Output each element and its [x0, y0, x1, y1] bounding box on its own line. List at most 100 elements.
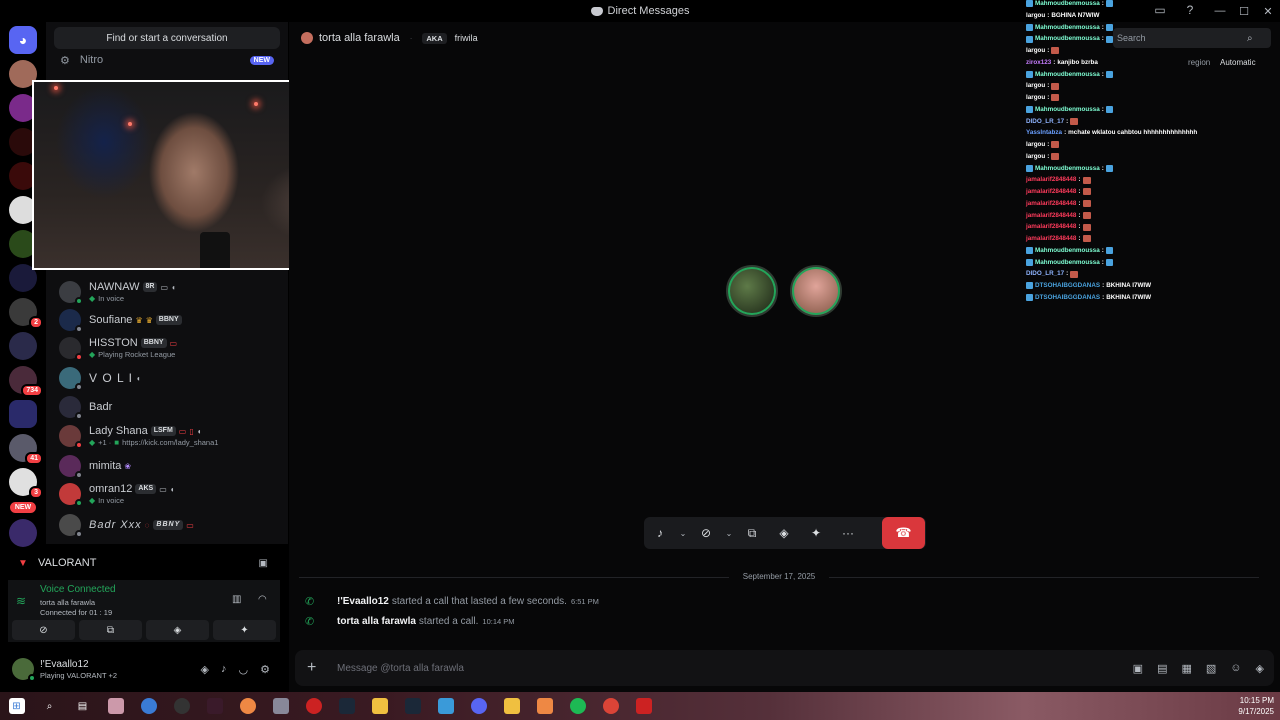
user-avatar[interactable] — [12, 658, 36, 682]
lock-icon[interactable]: ▣ — [1133, 662, 1143, 675]
gif-icon[interactable]: ▦ — [1181, 662, 1191, 675]
mic-icon[interactable]: ♪ — [221, 663, 227, 676]
user-info[interactable]: !'Evaallo12 Playing VALORANT +2 — [40, 659, 117, 680]
chat-user[interactable]: DTSOHAIBGGDANAS — [1035, 292, 1100, 304]
message-composer[interactable]: + Message @torta alla farawla ▣ ▤ ▦ ▧ ☺ … — [295, 650, 1274, 686]
gift-icon[interactable]: ▤ — [1157, 662, 1167, 675]
app-icon[interactable] — [536, 698, 553, 714]
chat-user[interactable]: largou — [1026, 139, 1045, 151]
chat-user[interactable]: Mahmoudbenmoussa — [1035, 22, 1100, 34]
dm-item[interactable]: Badr — [56, 393, 284, 421]
sticker-icon[interactable]: ▧ — [1206, 662, 1216, 675]
mic-icon[interactable]: ♪ — [644, 526, 676, 540]
screen-share-button[interactable]: ⧉ — [79, 620, 142, 640]
steam-icon[interactable] — [338, 698, 355, 714]
dm-item[interactable]: mimita ❀ — [56, 452, 284, 480]
chat-user[interactable]: Mahmoudbenmoussa — [1035, 257, 1100, 269]
chat-user[interactable]: Mahmoudbenmoussa — [1035, 33, 1100, 45]
region-select[interactable]: Automatic — [1220, 58, 1256, 67]
chrome-icon[interactable] — [602, 698, 619, 714]
nitro-item[interactable]: ⚙ Nitro NEW — [60, 52, 274, 68]
dm-title[interactable]: torta alla farawla — [319, 32, 400, 44]
app-icon[interactable] — [173, 698, 190, 714]
dm-item[interactable]: V O L I ◖ — [56, 364, 284, 392]
chat-user[interactable]: zirox123 — [1026, 57, 1051, 69]
chat-user[interactable]: jamalarif2848448 — [1026, 221, 1076, 233]
chat-user[interactable]: largou — [1026, 80, 1045, 92]
server-folder[interactable]: 2 — [9, 298, 43, 329]
chevron-down-icon[interactable]: ⌄ — [722, 529, 736, 538]
server-icon[interactable]: 3 — [9, 468, 43, 499]
dm-item[interactable]: omran12 AKS ▭ ◖ ◆ In voice — [56, 480, 284, 508]
more-icon[interactable]: ··· — [832, 526, 864, 540]
chat-user[interactable]: DTSOHAIBGGDANAS — [1035, 280, 1100, 292]
settings-icon[interactable]: ⚙ — [260, 663, 270, 676]
chat-user[interactable]: jamalarif2848448 — [1026, 210, 1076, 222]
search-input[interactable] — [1117, 33, 1247, 43]
screen-share-icon[interactable]: ⧉ — [736, 526, 768, 541]
home-button[interactable]: ◕ — [9, 26, 37, 54]
message-input[interactable]: Message @torta alla farawla — [337, 663, 464, 674]
spotify-icon[interactable] — [569, 698, 586, 714]
apps-icon[interactable]: ◈ — [1256, 662, 1264, 675]
chat-user[interactable]: Mahmoudbenmoussa — [1035, 0, 1100, 10]
server-icon[interactable]: 734 — [9, 366, 43, 397]
chat-user[interactable]: YassIntabza — [1026, 127, 1062, 139]
chat-user[interactable]: DIDO_LR_17 — [1026, 268, 1064, 280]
activity-icon[interactable]: ▣ — [259, 558, 268, 569]
camera-off-icon[interactable]: ⊘ — [690, 526, 722, 540]
chevron-down-icon[interactable]: ⌄ — [676, 529, 690, 538]
search-box[interactable]: ⌕ — [1113, 28, 1271, 48]
emoji-icon[interactable]: ☺ — [1230, 662, 1241, 675]
voice-status[interactable]: Voice Connected — [40, 584, 116, 595]
server-icon[interactable] — [9, 519, 37, 547]
message-author[interactable]: torta alla farawla — [337, 616, 416, 627]
headphones-icon[interactable]: ◡ — [239, 663, 249, 676]
chat-user[interactable]: largou — [1026, 45, 1045, 57]
app-icon[interactable] — [239, 698, 256, 714]
chat-user[interactable]: largou — [1026, 10, 1045, 22]
copilot-icon[interactable] — [107, 698, 124, 714]
hang-up-button[interactable]: ☎ — [882, 517, 925, 549]
chat-user[interactable]: jamalarif2848448 — [1026, 186, 1076, 198]
dm-item[interactable]: Badr Xxx ◌ BBNY ▭ — [56, 511, 284, 539]
dm-item[interactable]: HISSTON BBNY ▭ ◆ Playing Rocket League — [56, 334, 284, 362]
chat-user[interactable]: jamalarif2848448 — [1026, 198, 1076, 210]
disconnect-icon[interactable]: ◠ — [258, 594, 267, 605]
chat-user[interactable]: Mahmoudbenmoussa — [1035, 69, 1100, 81]
search-icon[interactable]: ⌕ — [42, 698, 58, 714]
game-icon[interactable]: ◈ — [201, 663, 209, 676]
dm-avatar[interactable] — [301, 32, 313, 44]
server-folder[interactable] — [9, 332, 37, 360]
valorant-icon[interactable] — [635, 698, 652, 714]
edge-icon[interactable] — [140, 698, 157, 714]
soundboard-icon[interactable]: ✦ — [800, 526, 832, 540]
chat-user[interactable]: largou — [1026, 92, 1045, 104]
activity-button[interactable]: ◈ — [146, 620, 209, 640]
steam-icon[interactable] — [404, 698, 421, 714]
dm-item[interactable]: Soufiane ♛ ♛ BBNY — [56, 306, 284, 334]
find-conversation-button[interactable]: Find or start a conversation — [54, 27, 280, 49]
game-activity-bar[interactable]: ▼ VALORANT ▣ — [8, 550, 280, 576]
app-icon[interactable] — [305, 698, 322, 714]
discord-icon[interactable] — [470, 698, 487, 714]
folder-icon[interactable] — [371, 698, 388, 714]
server-icon[interactable]: 41 — [9, 434, 43, 465]
app-icon[interactable] — [272, 698, 289, 714]
chat-user[interactable]: DIDO_LR_17 — [1026, 116, 1064, 128]
dm-item[interactable]: Lady Shana LSFM ▭ ▯ ◖ ◆ +1 · ■ https://kick.com… — [56, 422, 284, 450]
chat-user[interactable]: Mahmoudbenmoussa — [1035, 163, 1100, 175]
message-author[interactable]: !'Evaallo12 — [337, 596, 389, 607]
signal-icon[interactable]: ≋ — [16, 594, 26, 608]
plus-icon[interactable]: + — [307, 659, 337, 677]
soundboard-button[interactable]: ✦ — [213, 620, 276, 640]
chat-user[interactable]: jamalarif2848448 — [1026, 174, 1076, 186]
app-icon[interactable] — [437, 698, 454, 714]
chat-user[interactable]: Mahmoudbenmoussa — [1035, 245, 1100, 257]
activity-icon[interactable]: ◈ — [768, 526, 800, 540]
file-explorer-icon[interactable] — [503, 698, 520, 714]
chat-user[interactable]: largou — [1026, 151, 1045, 163]
call-participant-avatar[interactable] — [726, 265, 778, 317]
app-icon[interactable] — [206, 698, 223, 714]
folder-icon[interactable] — [9, 400, 37, 428]
